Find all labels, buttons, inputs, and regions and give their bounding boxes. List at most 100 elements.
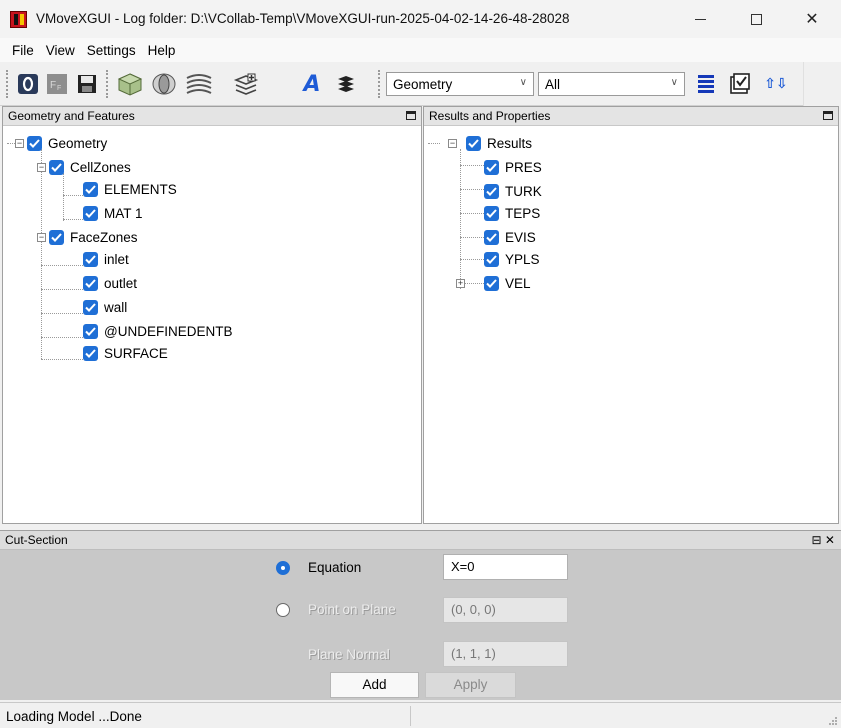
checkbox-checked-icon[interactable] (83, 181, 98, 197)
menu-help[interactable]: Help (142, 43, 182, 58)
tree-item-label: YPLS (505, 251, 540, 267)
tree-item-turk[interactable]: TURK (484, 181, 542, 201)
open-model-button[interactable] (16, 72, 40, 96)
menu-view[interactable]: View (40, 43, 81, 58)
tree-item-inlet[interactable]: inlet (83, 249, 129, 269)
maximize-button[interactable] (733, 0, 779, 38)
collapse-toggle[interactable]: − (15, 139, 24, 148)
geometry-icon (117, 73, 143, 96)
tree-line (460, 213, 484, 214)
close-button[interactable]: ✕ (789, 0, 835, 38)
checkbox-checked-icon[interactable] (83, 345, 98, 361)
tree-item-geometry[interactable]: Geometry (27, 133, 107, 153)
tree-item-ypls[interactable]: YPLS (484, 249, 540, 269)
apply-button[interactable]: Apply (425, 672, 516, 698)
tree-item-elements[interactable]: ELEMENTS (83, 179, 177, 199)
filter-select[interactable]: All ∨ (538, 72, 685, 96)
tree-line (460, 189, 484, 190)
tree-item-mat1[interactable]: MAT 1 (83, 203, 143, 223)
stack-button[interactable] (334, 72, 358, 96)
collapse-toggle[interactable]: − (448, 139, 457, 148)
point-on-plane-radio[interactable] (276, 603, 290, 617)
checkbox-checked-icon[interactable] (484, 229, 499, 245)
svg-text:F: F (57, 85, 61, 92)
equation-radio[interactable] (276, 561, 290, 575)
features-button[interactable]: F F (45, 72, 69, 96)
layers-button[interactable] (232, 72, 260, 96)
tree-line (460, 259, 484, 260)
checkbox-checked-icon[interactable] (83, 323, 98, 339)
chevron-down-icon: ∨ (519, 77, 527, 88)
tree-item-surface[interactable]: SURFACE (83, 343, 168, 363)
tree-item-label: outlet (104, 275, 138, 291)
expand-toggle[interactable]: + (456, 279, 465, 288)
checkbox-checked-icon[interactable] (484, 159, 499, 175)
tree-item-outlet[interactable]: outlet (83, 273, 137, 293)
equation-field[interactable]: X=0 (443, 554, 568, 580)
resize-grip-icon[interactable] (828, 716, 838, 726)
checkbox-checked-icon[interactable] (83, 299, 98, 315)
plane-normal-field[interactable]: (1, 1, 1) (443, 641, 568, 667)
tree-line (460, 237, 484, 238)
svg-text:F: F (50, 80, 56, 91)
checkbox-checked-icon[interactable] (49, 159, 64, 175)
checkbox-checked-icon[interactable] (484, 205, 499, 221)
geometry-select-value: Geometry (393, 76, 453, 92)
menu-file[interactable]: File (6, 43, 40, 58)
checklist-button[interactable] (728, 72, 752, 96)
geometry-button[interactable] (116, 72, 144, 96)
minimize-button[interactable] (677, 0, 723, 38)
transform-button[interactable]: ⇧⇩ (764, 72, 788, 96)
tree-line (42, 149, 43, 217)
text-button[interactable]: A (300, 72, 324, 97)
open-model-icon (18, 74, 38, 94)
tree-item-wall[interactable]: wall (83, 297, 127, 317)
collapse-toggle[interactable]: − (37, 233, 46, 242)
checkbox-checked-icon[interactable] (83, 251, 98, 267)
tree-item-label: SURFACE (104, 345, 168, 361)
tree-item-evis[interactable]: EVIS (484, 227, 536, 247)
tree-line (428, 143, 440, 144)
checkbox-checked-icon[interactable] (466, 135, 481, 151)
tree-item-facezones[interactable]: FaceZones (49, 227, 138, 247)
checkbox-checked-icon[interactable] (49, 229, 64, 245)
undock-icon[interactable] (406, 111, 416, 120)
geometry-select[interactable]: Geometry ∨ (386, 72, 534, 96)
geometry-panel: Geometry and Features − Geometry − CellZ… (2, 106, 422, 524)
undock-icon[interactable] (823, 111, 833, 120)
checkbox-checked-icon[interactable] (83, 205, 98, 221)
toolbar-grip-2[interactable] (106, 70, 109, 98)
dock-controls[interactable]: ⊟ ✕ (812, 531, 835, 549)
tree-line (63, 173, 64, 221)
tree-item-vel[interactable]: VEL (484, 273, 531, 293)
menu-settings[interactable]: Settings (81, 43, 142, 58)
tree-line (41, 313, 83, 314)
tree-item-undefinedentb[interactable]: @UNDEFINEDENTB (83, 321, 232, 341)
tree-item-pres[interactable]: PRES (484, 157, 542, 177)
cut-section-button[interactable] (150, 72, 178, 96)
checkbox-checked-icon[interactable] (27, 135, 42, 151)
toolbar-grip[interactable] (6, 70, 9, 98)
tree-item-label: EVIS (505, 229, 536, 245)
results-panel-header: Results and Properties (424, 107, 838, 126)
stack-icon (338, 76, 354, 92)
list-button[interactable] (694, 72, 718, 96)
checkbox-checked-icon[interactable] (484, 275, 499, 291)
tree-item-teps[interactable]: TEPS (484, 203, 540, 223)
cut-section-header: Cut-Section ⊟ ✕ (0, 531, 841, 550)
plane-normal-label: Plane Normal (308, 647, 390, 662)
point-on-plane-field[interactable]: (0, 0, 0) (443, 597, 568, 623)
point-on-plane-label: Point on Plane (308, 602, 396, 617)
tree-line (63, 219, 83, 220)
add-button[interactable]: Add (330, 672, 419, 698)
app-logo-icon (10, 11, 27, 28)
collapse-toggle[interactable]: − (37, 163, 46, 172)
checkbox-checked-icon[interactable] (484, 251, 499, 267)
save-button[interactable] (75, 72, 99, 96)
checkbox-checked-icon[interactable] (484, 183, 499, 199)
isosurface-button[interactable] (184, 72, 214, 96)
tree-item-results[interactable]: Results (466, 133, 532, 153)
toolbar-grip-3[interactable] (378, 70, 381, 98)
tree-item-cellzones[interactable]: CellZones (49, 157, 131, 177)
checkbox-checked-icon[interactable] (83, 275, 98, 291)
